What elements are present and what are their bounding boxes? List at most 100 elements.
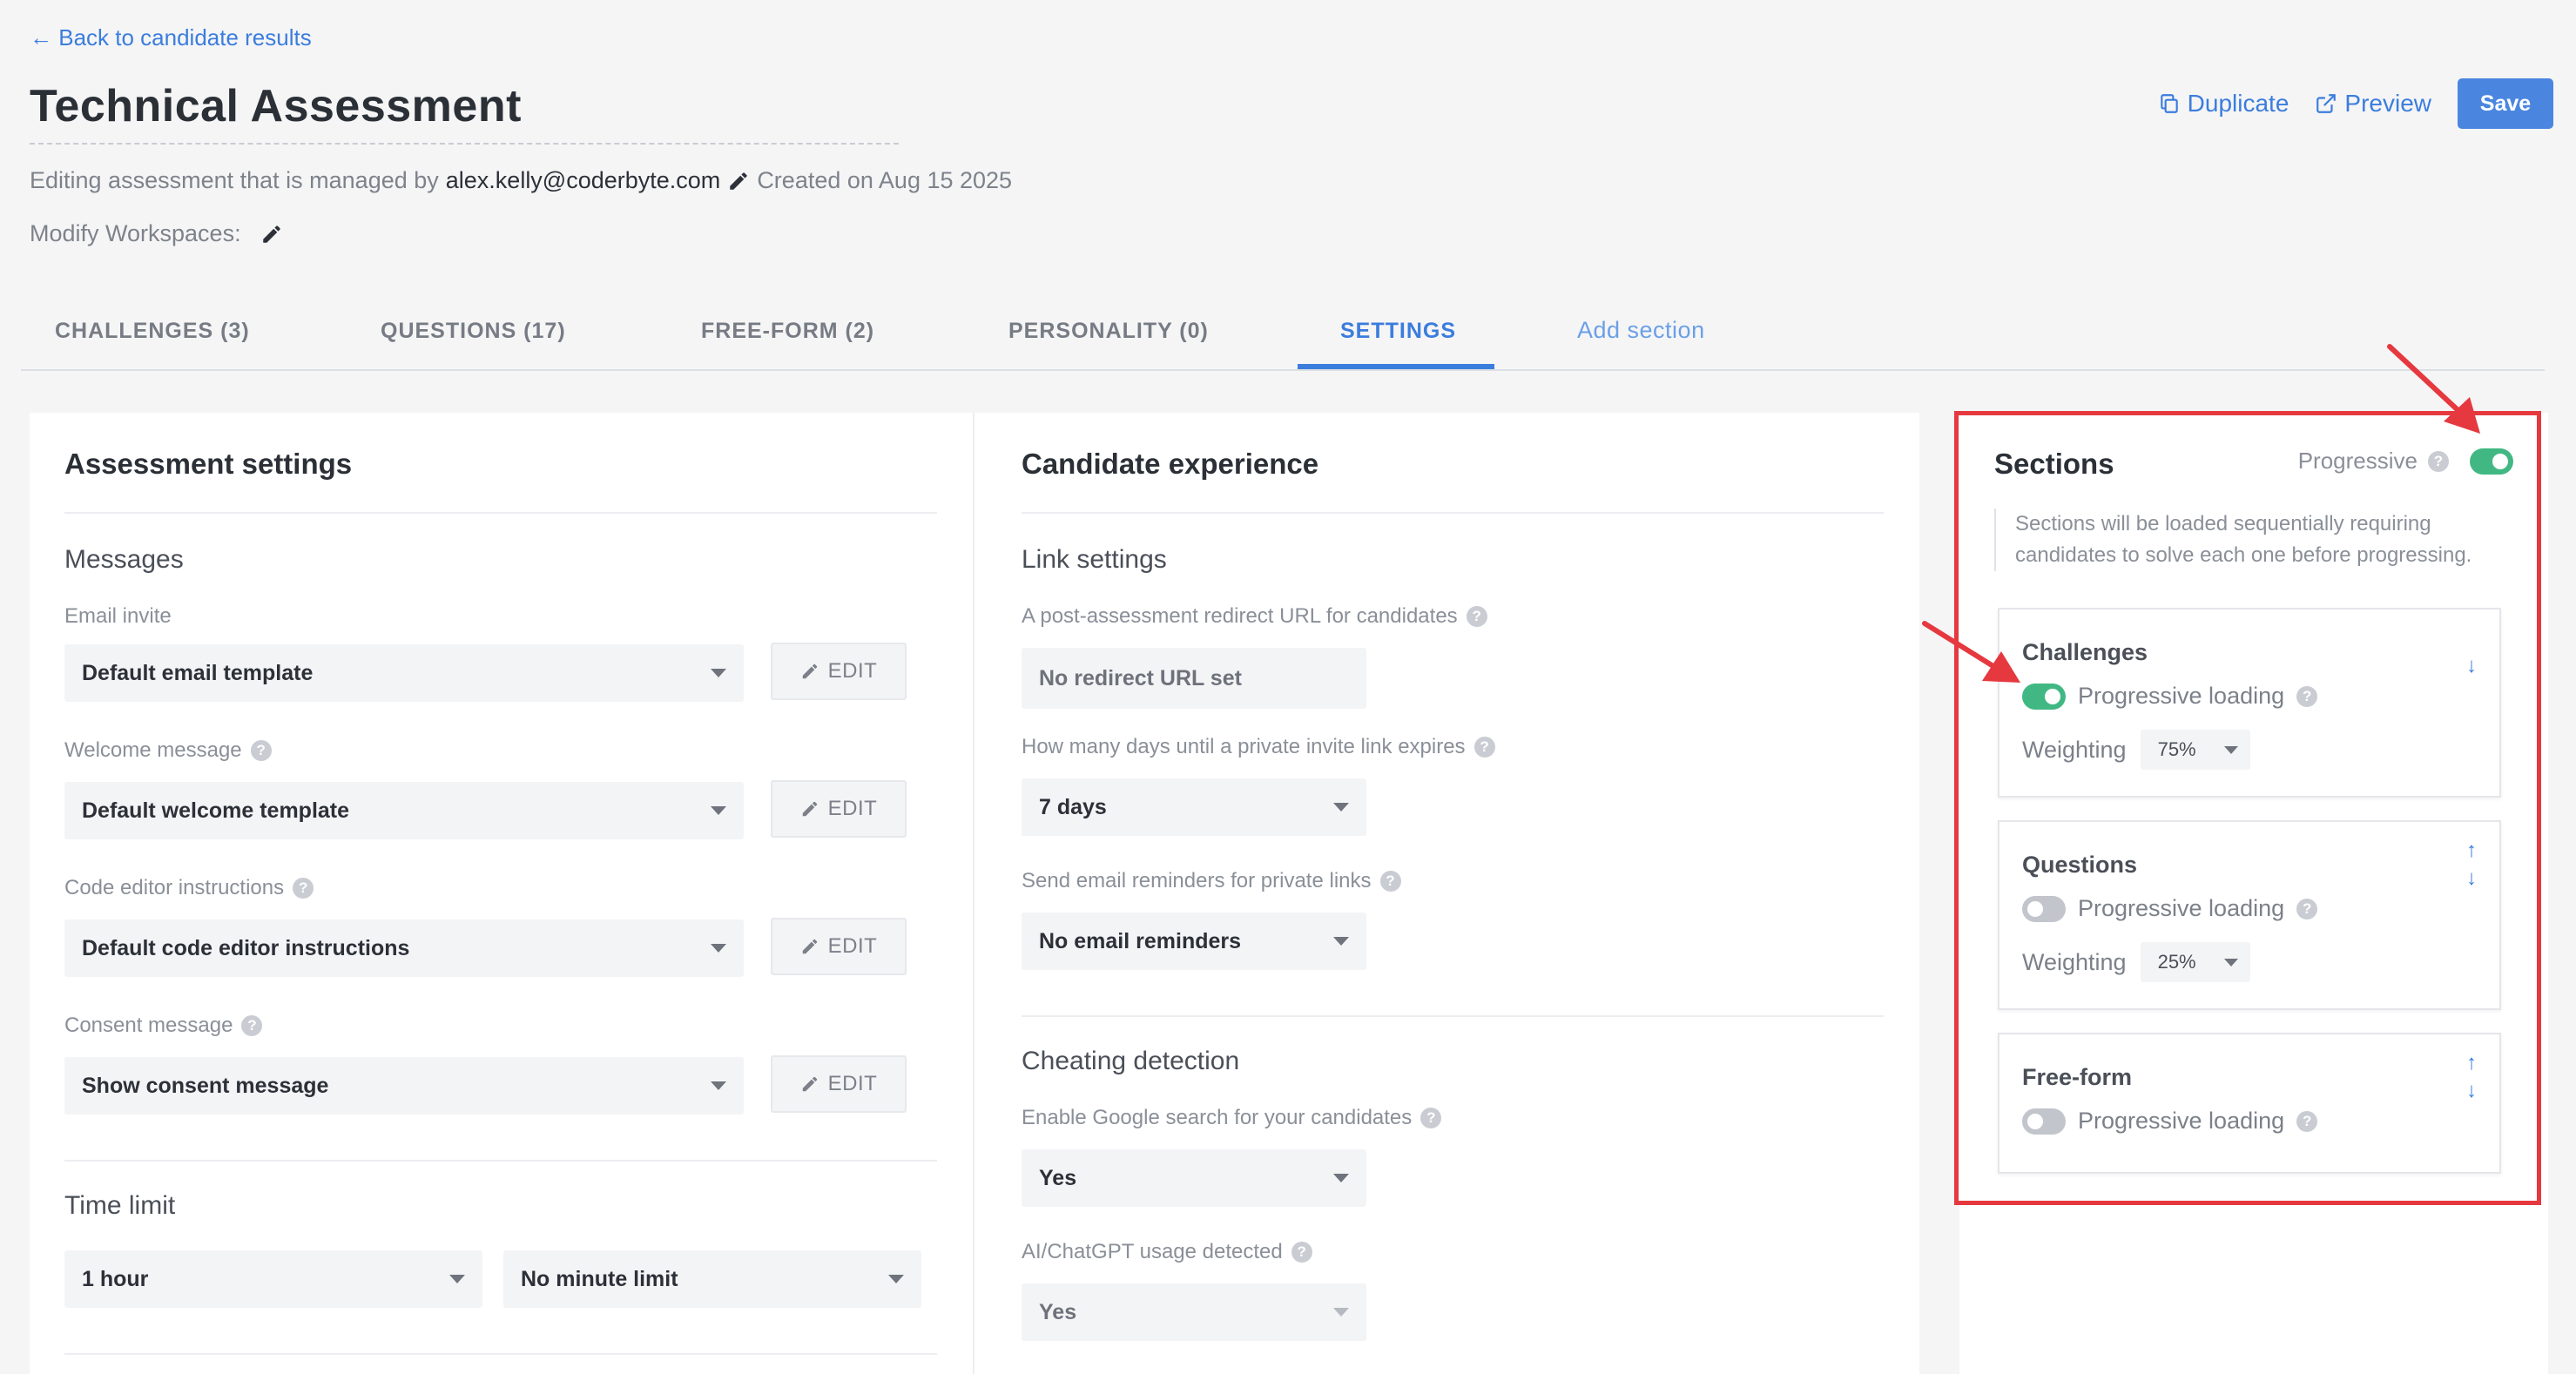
header-actions: Duplicate Preview Save <box>2158 78 2553 129</box>
duplicate-button[interactable]: Duplicate <box>2158 90 2289 118</box>
help-icon[interactable]: ? <box>1291 1242 1312 1263</box>
tab-personality[interactable]: PERSONALITY (0) <box>1008 319 1209 344</box>
managed-by-text: Editing assessment that is managed by <box>30 167 439 193</box>
ai-usage-label: AI/ChatGPT usage detected ? <box>1022 1240 1312 1264</box>
divider <box>64 1353 937 1355</box>
welcome-message-select[interactable]: Default welcome template <box>64 782 744 839</box>
email-reminders-label: Send email reminders for private links ? <box>1022 869 1401 893</box>
tab-challenges[interactable]: CHALLENGES (3) <box>55 319 250 344</box>
edit-email-invite-button[interactable]: EDIT <box>771 643 907 700</box>
annotation-arrows <box>1922 344 2480 683</box>
pencil-icon <box>800 662 819 681</box>
preview-label: Preview <box>2344 90 2431 117</box>
pencil-icon <box>800 799 819 818</box>
divider <box>64 512 937 514</box>
help-icon[interactable]: ? <box>1466 606 1487 627</box>
help-icon[interactable]: ? <box>1379 871 1401 892</box>
duplicate-icon <box>2158 92 2181 115</box>
active-tab-indicator <box>1298 364 1494 369</box>
help-icon[interactable]: ? <box>1473 737 1495 758</box>
column-divider <box>973 413 974 1374</box>
redirect-url-input[interactable]: No redirect URL set <box>1022 648 1366 709</box>
caret-down-icon <box>449 1275 465 1283</box>
welcome-message-label: Welcome message ? <box>64 738 272 763</box>
label-text: Send email reminders for private links <box>1022 869 1372 892</box>
assessment-meta: Editing assessment that is managed by al… <box>30 167 1012 194</box>
consent-message-label: Consent message ? <box>64 1014 263 1038</box>
tab-settings[interactable]: SETTINGS <box>1340 319 1456 344</box>
page-title[interactable]: Technical Assessment <box>30 80 522 132</box>
edit-code-editor-button[interactable]: EDIT <box>771 918 907 975</box>
link-settings-heading: Link settings <box>1022 545 1167 574</box>
time-limit-minutes-select[interactable]: No minute limit <box>503 1250 921 1308</box>
email-reminders-select[interactable]: No email reminders <box>1022 913 1366 970</box>
edit-label: EDIT <box>827 934 878 958</box>
select-value: Default welcome template <box>82 798 350 823</box>
google-search-label: Enable Google search for your candidates… <box>1022 1106 1442 1130</box>
external-link-icon <box>2315 92 2337 115</box>
caret-down-icon <box>1333 1174 1349 1182</box>
help-icon[interactable]: ? <box>250 740 272 761</box>
help-icon[interactable]: ? <box>1420 1108 1442 1128</box>
back-to-results-link[interactable]: ← Back to candidate results <box>30 24 312 51</box>
duplicate-label: Duplicate <box>2187 90 2289 117</box>
select-value: Yes <box>1039 1299 1077 1324</box>
select-value: Yes <box>1039 1165 1077 1190</box>
add-section-link[interactable]: Add section <box>1577 317 1705 344</box>
caret-down-icon <box>888 1275 904 1283</box>
label-text: A post-assessment redirect URL for candi… <box>1022 604 1458 628</box>
label-text: Enable Google search for your candidates <box>1022 1106 1413 1129</box>
caret-down-icon <box>711 669 726 677</box>
caret-down-icon <box>711 806 726 815</box>
caret-down-icon <box>1333 937 1349 946</box>
pencil-icon[interactable] <box>260 223 283 246</box>
email-invite-select[interactable]: Default email template <box>64 644 744 702</box>
tab-free-form[interactable]: FREE-FORM (2) <box>701 319 874 344</box>
title-underline <box>30 143 899 145</box>
pencil-icon[interactable] <box>727 170 750 192</box>
tab-questions[interactable]: QUESTIONS (17) <box>381 319 566 344</box>
label-text: Code editor instructions <box>64 876 285 899</box>
preview-button[interactable]: Preview <box>2315 90 2431 118</box>
caret-down-icon <box>711 944 726 953</box>
edit-label: EDIT <box>827 797 878 820</box>
save-button[interactable]: Save <box>2458 78 2553 129</box>
code-editor-instructions-label: Code editor instructions ? <box>64 876 314 900</box>
cheating-detection-heading: Cheating detection <box>1022 1047 1240 1075</box>
link-expiry-select[interactable]: 7 days <box>1022 778 1366 836</box>
workspaces-label: Modify Workspaces: <box>30 220 241 246</box>
code-editor-instructions-select[interactable]: Default code editor instructions <box>64 919 744 977</box>
caret-down-icon <box>1333 803 1349 812</box>
divider <box>1022 512 1884 514</box>
divider <box>1022 1015 1884 1017</box>
select-value: 7 days <box>1039 794 1107 819</box>
pencil-icon <box>800 1074 819 1094</box>
select-value: No email reminders <box>1039 928 1242 953</box>
annotation-arrow-progressive <box>2387 344 2480 434</box>
messages-heading: Messages <box>64 545 184 574</box>
label-text: Consent message <box>64 1014 233 1037</box>
redirect-url-label: A post-assessment redirect URL for candi… <box>1022 604 1487 629</box>
help-icon[interactable]: ? <box>293 878 314 899</box>
edit-label: EDIT <box>827 659 878 683</box>
annotation-arrow-progressive-loading <box>1922 621 2020 683</box>
edit-label: EDIT <box>827 1072 878 1095</box>
edit-welcome-message-button[interactable]: EDIT <box>771 780 907 838</box>
label-text: AI/ChatGPT usage detected <box>1022 1240 1283 1263</box>
help-icon[interactable]: ? <box>241 1015 263 1036</box>
select-value: 1 hour <box>82 1266 149 1291</box>
input-placeholder: No redirect URL set <box>1039 665 1242 690</box>
select-value: Default code editor instructions <box>82 935 410 960</box>
link-expiry-label: How many days until a private invite lin… <box>1022 735 1495 759</box>
label-text: Email invite <box>64 604 172 628</box>
time-limit-hours-select[interactable]: 1 hour <box>64 1250 482 1308</box>
candidate-experience-heading: Candidate experience <box>1022 448 1319 480</box>
label-text: How many days until a private invite lin… <box>1022 735 1466 758</box>
ai-usage-select[interactable]: Yes <box>1022 1283 1366 1341</box>
google-search-select[interactable]: Yes <box>1022 1149 1366 1207</box>
edit-consent-message-button[interactable]: EDIT <box>771 1055 907 1113</box>
modify-workspaces: Modify Workspaces: <box>30 220 283 247</box>
consent-message-select[interactable]: Show consent message <box>64 1057 744 1115</box>
owner-email: alex.kelly@coderbyte.com <box>445 167 721 193</box>
email-invite-label: Email invite <box>64 604 172 629</box>
